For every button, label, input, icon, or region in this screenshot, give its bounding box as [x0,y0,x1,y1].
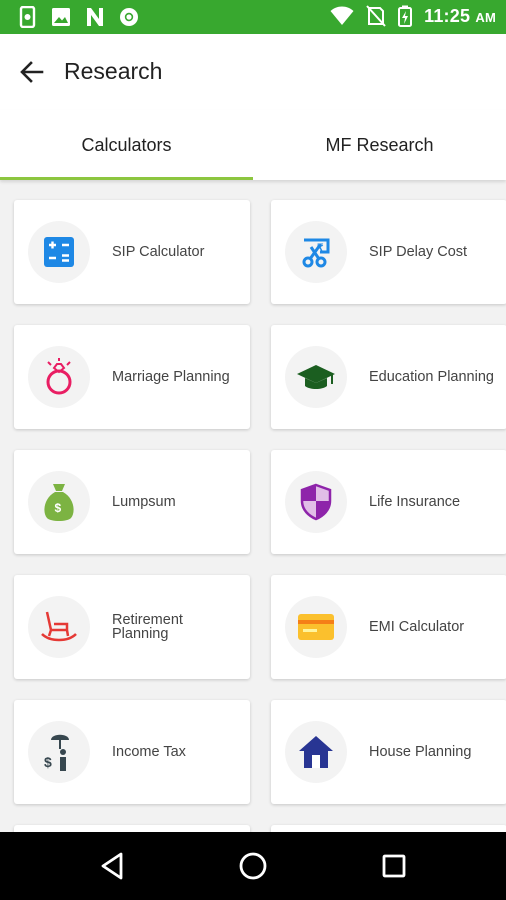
house-icon [299,736,333,768]
nav-back-button[interactable] [97,850,129,882]
card-retirement-planning[interactable]: Retirement Planning [14,575,250,679]
card-label: Marriage Planning [112,369,230,385]
svg-text:$: $ [44,754,52,770]
graduation-cap-icon [297,365,335,389]
phone-icon [19,6,36,28]
calculator-icon [44,237,74,267]
card-life-insurance[interactable]: Life Insurance [271,450,506,554]
card-icon [298,614,334,640]
wifi-icon [330,6,354,25]
card-lumpsum[interactable]: $ Lumpsum [14,450,250,554]
card-emi-calculator[interactable]: EMI Calculator [271,575,506,679]
ring-icon [46,358,72,395]
card-label: Education Planning [369,369,494,385]
svg-text:₹: ₹ [317,243,324,254]
card-label: Income Tax [112,744,186,760]
status-bar: 11:25 AM [0,0,506,34]
card-label: SIP Delay Cost [369,244,468,260]
tab-bar: Calculators MF Research [0,110,506,180]
app-bar: Research [0,34,506,110]
battery-charging-icon [398,5,413,27]
chrome-icon [120,8,138,26]
card-label: House Planning [369,744,472,760]
card-label: Retirement Planning [112,612,183,642]
system-nav-bar [0,832,506,900]
square-recents-icon [382,854,406,878]
image-icon [52,8,70,26]
tab-calculators[interactable]: Calculators [0,110,253,180]
tab-mf-research[interactable]: MF Research [253,110,506,180]
status-time: 11:25 AM [424,5,496,26]
money-bag-icon: $ [44,484,74,521]
card-sip-calculator[interactable]: SIP Calculator [14,200,250,304]
tab-indicator [0,177,253,180]
arrow-back-icon [20,61,44,83]
no-sim-icon [366,5,386,27]
card-label: SIP Calculator [112,244,205,260]
triangle-back-icon [101,852,123,880]
n-icon [87,8,103,26]
back-button[interactable] [16,56,48,88]
svg-text:$: $ [55,501,62,515]
nav-recents-button[interactable] [378,850,410,882]
page-title: Research [64,58,163,84]
income-tax-icon: $ [44,734,69,771]
shield-icon [300,483,332,521]
card-education-planning[interactable]: Education Planning [271,325,506,429]
card-label: Life Insurance [369,494,461,510]
card-label: EMI Calculator [369,619,465,635]
card-marriage-planning[interactable]: Marriage Planning [14,325,250,429]
card-income-tax[interactable]: $ Income Tax [14,700,250,804]
card-sip-delay-cost[interactable]: ₹ SIP Delay Cost [271,200,506,304]
delay-cost-icon: ₹ [302,238,330,268]
circle-home-icon [239,852,267,880]
rocking-chair-icon [41,611,77,642]
nav-home-button[interactable] [237,850,269,882]
card-label: Lumpsum [112,494,176,510]
card-house-planning[interactable]: House Planning [271,700,506,804]
